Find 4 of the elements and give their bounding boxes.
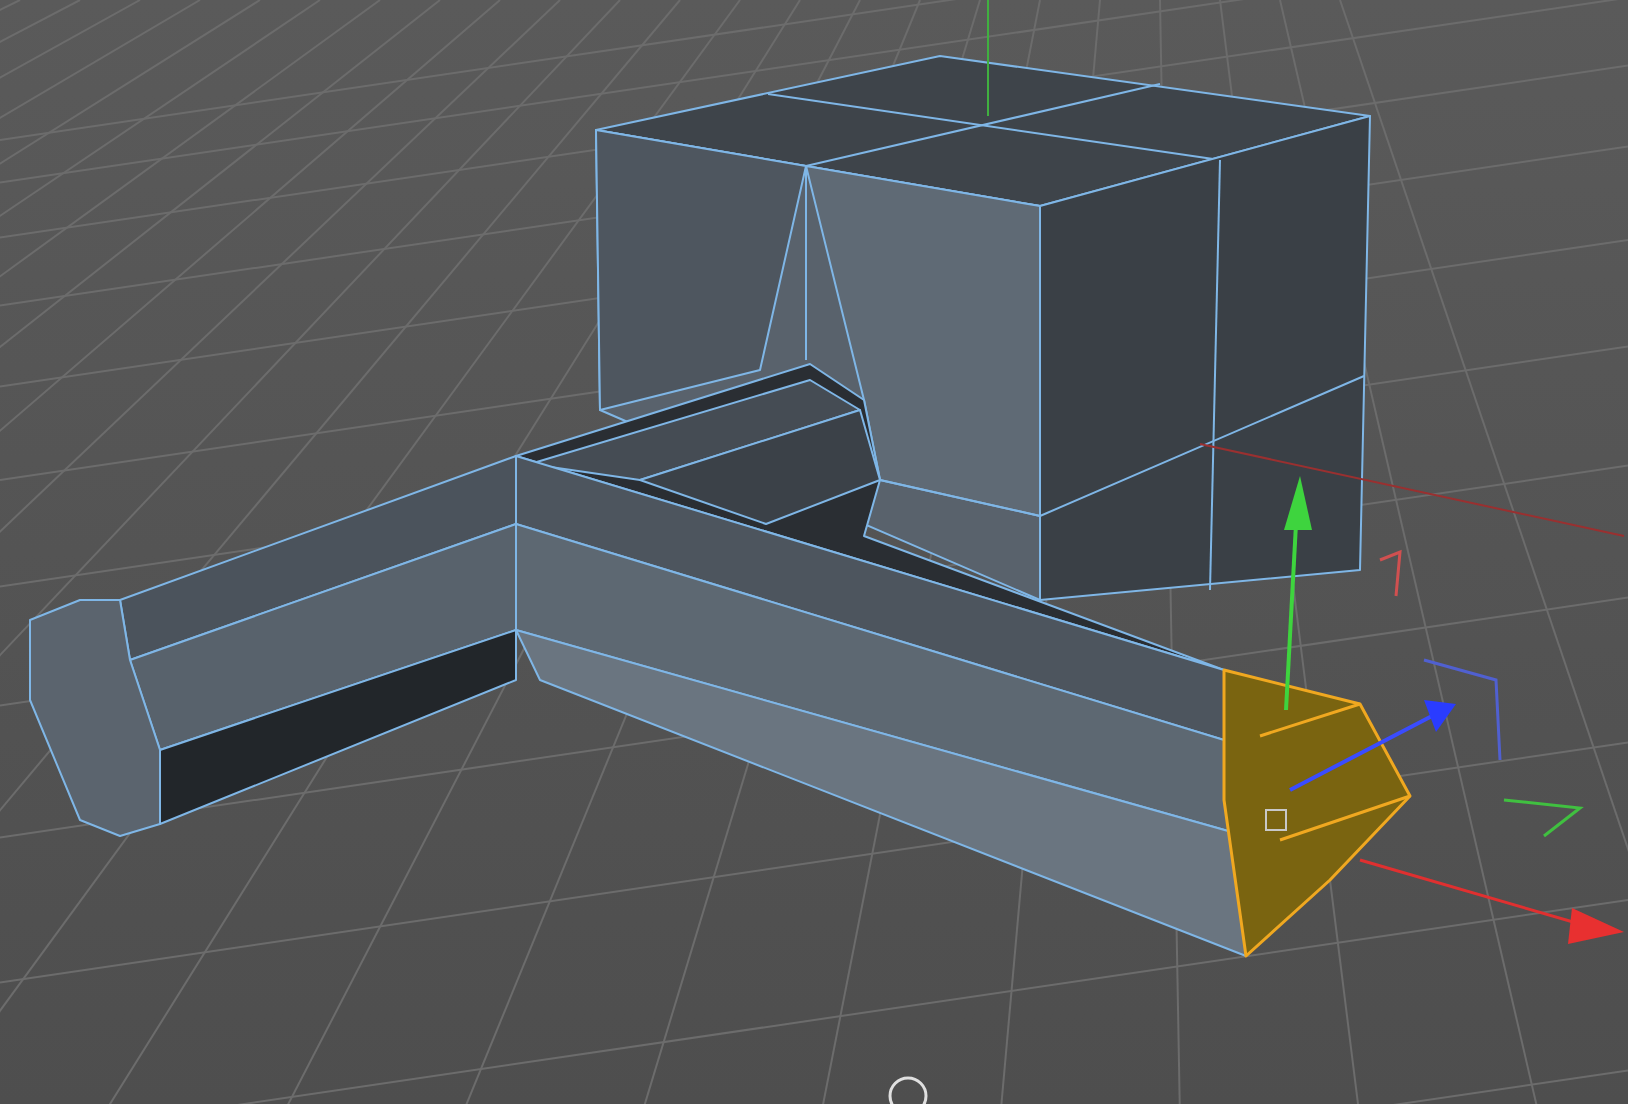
selected-polygon[interactable] bbox=[1222, 668, 1412, 958]
mesh-drawing[interactable] bbox=[29, 55, 1625, 958]
move-gizmo-drawing[interactable] bbox=[1199, 443, 1625, 944]
cursor-icon bbox=[888, 1076, 928, 1104]
